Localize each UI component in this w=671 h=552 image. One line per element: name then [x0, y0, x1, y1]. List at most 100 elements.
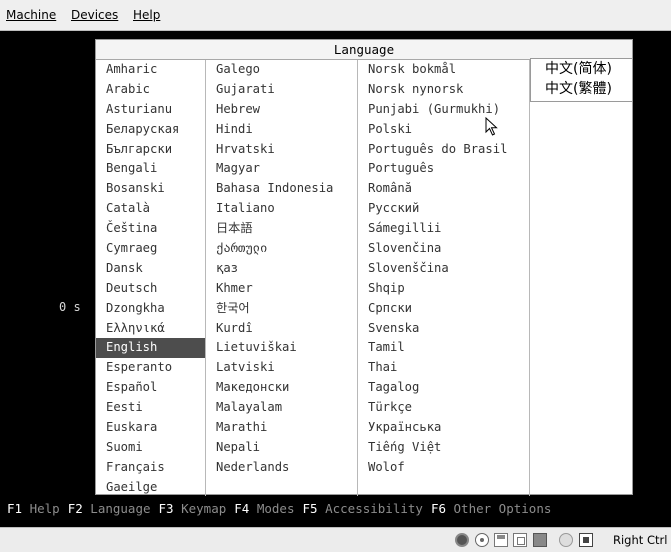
language-item[interactable]: Polski — [358, 120, 529, 140]
language-column-4: 中文(简体) 中文(繁體) — [530, 58, 633, 102]
language-item[interactable]: Bosanski — [96, 179, 205, 199]
language-item[interactable]: Norsk nynorsk — [358, 80, 529, 100]
network-icon[interactable] — [513, 533, 527, 547]
language-item[interactable]: Tamil — [358, 338, 529, 358]
language-item[interactable]: Български — [96, 140, 205, 160]
language-item[interactable]: Nepali — [206, 438, 357, 458]
language-item[interactable]: Dzongkha — [96, 299, 205, 319]
language-item[interactable]: Eesti — [96, 398, 205, 418]
language-item[interactable]: Ελληνικά — [96, 319, 205, 339]
language-item[interactable]: Shqip — [358, 279, 529, 299]
language-item[interactable]: Hindi — [206, 120, 357, 140]
fkey-key: F5 — [302, 501, 318, 516]
language-item[interactable]: Lietuviškai — [206, 338, 357, 358]
language-item[interactable]: Tagalog — [358, 378, 529, 398]
language-item[interactable]: Marathi — [206, 418, 357, 438]
language-item[interactable]: Македонски — [206, 378, 357, 398]
language-item[interactable]: Türkçe — [358, 398, 529, 418]
fkey-label: Other Options — [453, 501, 552, 516]
language-column-1: Amharic Arabic Asturianu Беларуская Българск… — [96, 60, 206, 496]
language-item[interactable]: Français — [96, 458, 205, 478]
language-item[interactable]: Italiano — [206, 199, 357, 219]
language-item[interactable]: Arabic — [96, 80, 205, 100]
language-item[interactable]: Português do Brasil — [358, 140, 529, 160]
menu-devices-label: Devices — [71, 8, 119, 22]
language-item[interactable]: Punjabi (Gurmukhi) — [358, 100, 529, 120]
language-item[interactable]: қаз — [206, 259, 357, 279]
fkey-label: Modes — [256, 501, 295, 516]
fkey-f6[interactable]: F6 Other Options — [431, 501, 551, 516]
language-item[interactable]: Slovenščina — [358, 259, 529, 279]
boot-timer: 0 s — [59, 300, 81, 314]
shared-folder-icon[interactable] — [533, 533, 547, 547]
language-item[interactable]: Euskara — [96, 418, 205, 438]
menu-machine[interactable]: Machine — [6, 8, 56, 22]
language-item[interactable]: Српски — [358, 299, 529, 319]
language-item[interactable]: Esperanto — [96, 358, 205, 378]
usb-icon[interactable] — [559, 533, 573, 547]
language-item[interactable]: Malayalam — [206, 398, 357, 418]
language-column-2: Galego Gujarati Hebrew Hindi Hrvatski Magyar B… — [206, 60, 358, 496]
fkey-f2[interactable]: F2 Language — [68, 501, 151, 516]
language-item[interactable]: Română — [358, 179, 529, 199]
language-item[interactable]: Slovenčina — [358, 239, 529, 259]
language-item[interactable]: English — [96, 338, 205, 359]
floppy-icon[interactable] — [494, 533, 508, 547]
language-item[interactable]: Català — [96, 199, 205, 219]
language-item[interactable]: Khmer — [206, 279, 357, 299]
language-item[interactable]: Gujarati — [206, 80, 357, 100]
language-item[interactable]: Українська — [358, 418, 529, 438]
function-key-bar: F1 Help F2 Language F3 Keymap F4 Modes F5 Ac… — [7, 501, 559, 516]
language-item[interactable]: Asturianu — [96, 100, 205, 120]
fkey-f1[interactable]: F1 Help — [7, 501, 60, 516]
language-item[interactable]: Amharic — [96, 60, 205, 80]
language-item[interactable]: 日本語 — [206, 219, 357, 239]
language-item[interactable]: Беларуская — [96, 120, 205, 140]
language-item[interactable]: Hrvatski — [206, 140, 357, 160]
language-item[interactable]: Svenska — [358, 319, 529, 339]
language-item[interactable]: Wolof — [358, 458, 529, 478]
language-item[interactable]: ქართული — [206, 239, 357, 259]
language-item[interactable]: Suomi — [96, 438, 205, 458]
fkey-f5[interactable]: F5 Accessibility — [303, 501, 423, 516]
language-item[interactable]: Русский — [358, 199, 529, 219]
language-item[interactable]: Bahasa Indonesia — [206, 179, 357, 199]
fkey-key: F2 — [67, 501, 83, 516]
fkey-f4[interactable]: F4 Modes — [234, 501, 294, 516]
menu-help[interactable]: Help — [133, 8, 160, 22]
language-item[interactable]: Kurdî — [206, 319, 357, 339]
language-item[interactable]: 中文(繁體) — [531, 79, 632, 99]
language-item[interactable]: Cymraeg — [96, 239, 205, 259]
language-item[interactable]: Sámegillii — [358, 219, 529, 239]
language-item[interactable]: Español — [96, 378, 205, 398]
language-item[interactable]: 한국어 — [206, 299, 357, 319]
language-item[interactable]: Hebrew — [206, 100, 357, 120]
language-item[interactable]: Bengali — [96, 159, 205, 179]
fkey-key: F1 — [7, 501, 23, 516]
guest-screen[interactable]: Language Amharic Arabic Asturianu Беларуска… — [1, 31, 670, 527]
fkey-label: Language — [90, 501, 151, 516]
menu-bar: Machine Devices Help — [0, 0, 671, 31]
mouse-integration-icon[interactable] — [579, 533, 593, 547]
fkey-f3[interactable]: F3 Keymap — [159, 501, 227, 516]
fkey-label: Accessibility — [325, 501, 423, 516]
language-item[interactable]: Magyar — [206, 159, 357, 179]
language-item[interactable]: Tiếng Việt — [358, 438, 529, 458]
language-item[interactable]: 中文(简体) — [531, 59, 632, 79]
language-item[interactable]: Gaeilge — [96, 478, 205, 498]
status-bar: Right Ctrl — [0, 527, 671, 552]
language-item[interactable]: Nederlands — [206, 458, 357, 478]
fkey-label: Keymap — [181, 501, 227, 516]
language-item[interactable]: Dansk — [96, 259, 205, 279]
language-item[interactable]: Čeština — [96, 219, 205, 239]
menu-help-label: Help — [133, 8, 161, 22]
menu-devices[interactable]: Devices — [71, 8, 118, 22]
language-item[interactable]: Português — [358, 159, 529, 179]
language-item[interactable]: Norsk bokmål — [358, 60, 529, 80]
language-item[interactable]: Deutsch — [96, 279, 205, 299]
language-item[interactable]: Galego — [206, 60, 357, 80]
hard-disk-icon[interactable] — [455, 533, 469, 547]
cd-icon[interactable] — [475, 533, 489, 547]
language-item[interactable]: Latviski — [206, 358, 357, 378]
language-item[interactable]: Thai — [358, 358, 529, 378]
